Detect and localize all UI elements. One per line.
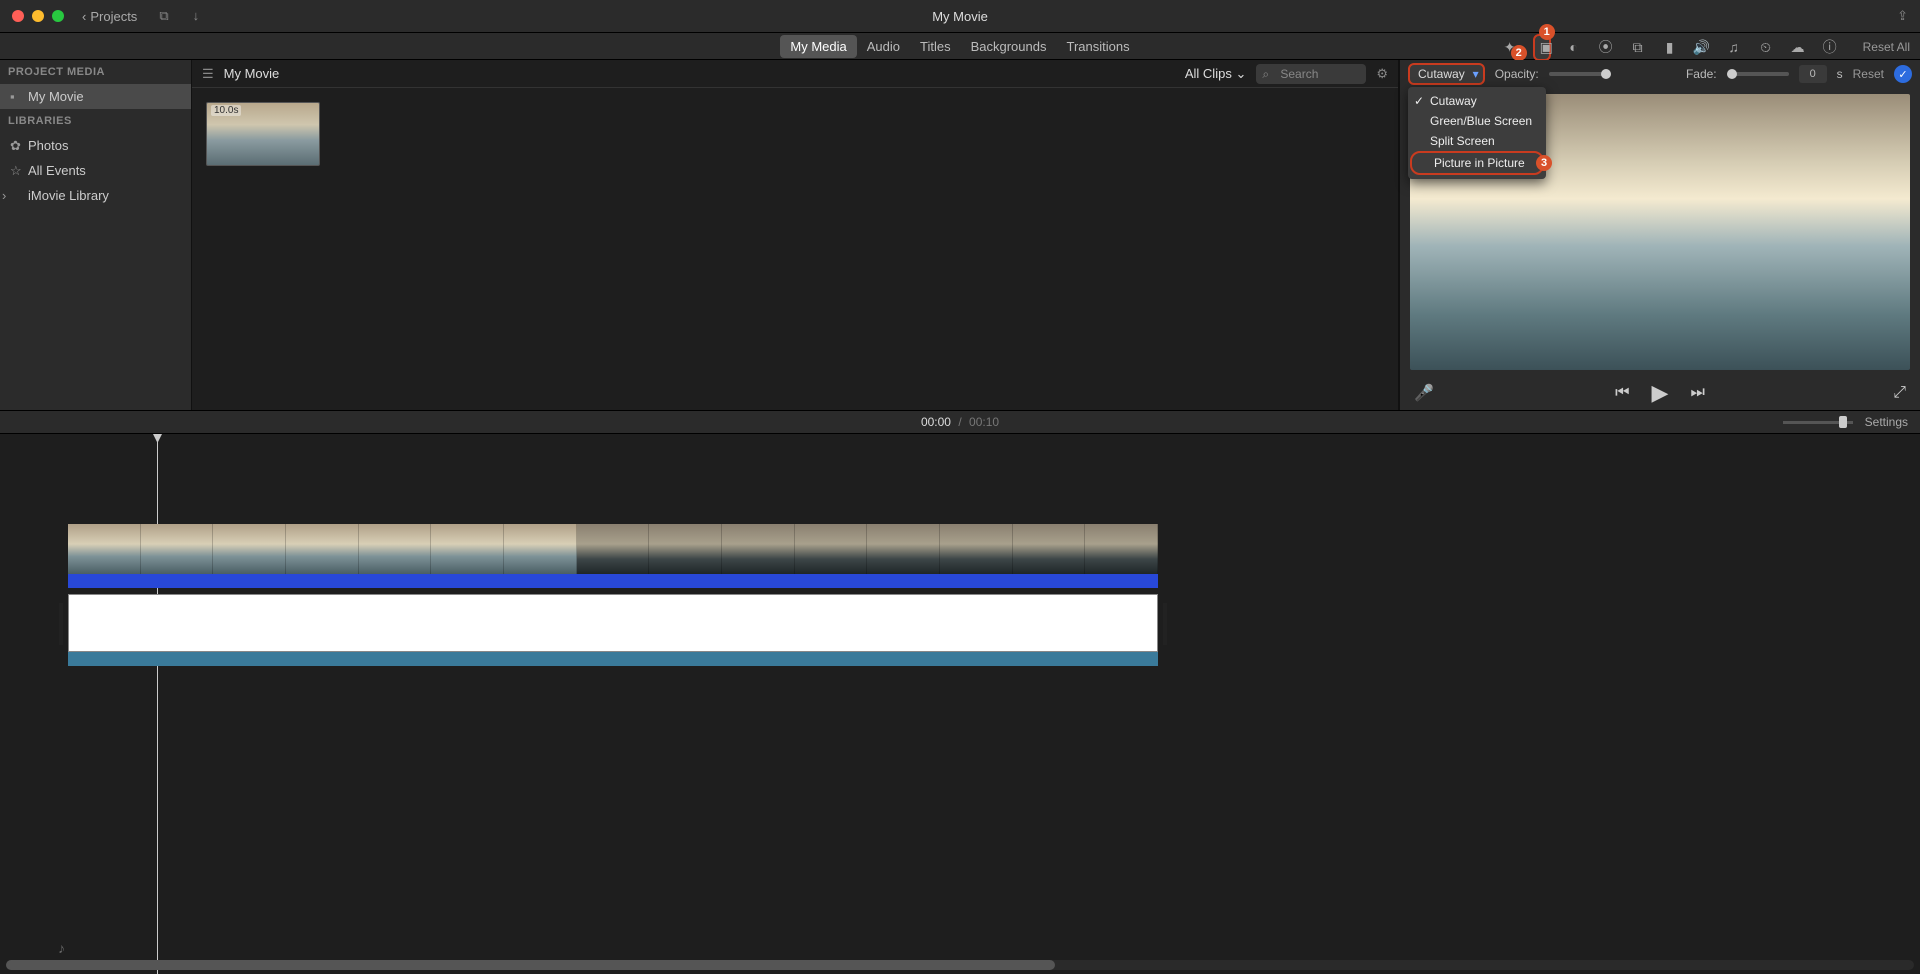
- step-badge-3: 3: [1536, 155, 1552, 171]
- voiceover-mic-icon[interactable]: 🎤: [1414, 383, 1434, 403]
- sidebar-section-libraries: LIBRARIES: [0, 109, 191, 133]
- video-track-2[interactable]: [68, 594, 1158, 652]
- sidebar-item-my-movie[interactable]: ▪My Movie: [0, 84, 191, 109]
- projects-label: Projects: [90, 9, 137, 24]
- volume-icon[interactable]: 🔊: [1693, 39, 1711, 56]
- stabilization-icon[interactable]: ▮: [1661, 39, 1679, 56]
- timeline-header: 00:00 / 00:10 Settings: [0, 410, 1920, 434]
- tab-my-media[interactable]: My Media: [780, 35, 856, 58]
- info-icon[interactable]: ⓘ: [1821, 37, 1839, 57]
- video-track-1[interactable]: [68, 524, 1158, 574]
- timeline-timecode: 00:00 / 00:10: [921, 415, 999, 429]
- overlay-type-dropdown[interactable]: Cutaway: [1408, 63, 1485, 85]
- playhead[interactable]: [157, 434, 158, 974]
- crop-icon[interactable]: ⧉: [1629, 39, 1647, 56]
- gear-icon[interactable]: ⚙: [1376, 66, 1388, 82]
- current-time: 00:00: [921, 415, 951, 429]
- overlay-controls-bar: Cutaway Cutaway Green/Blue Screen Split …: [1400, 60, 1920, 88]
- total-time: 00:10: [969, 415, 999, 429]
- tab-audio[interactable]: Audio: [857, 35, 910, 58]
- noise-reduction-icon[interactable]: ♫: [1725, 39, 1743, 55]
- viewer-panel: Cutaway Cutaway Green/Blue Screen Split …: [1400, 60, 1920, 410]
- media-browser: ☰ My Movie All Clips ⌄ Search ⚙ 10.0s: [192, 60, 1398, 410]
- window-title: My Movie: [932, 9, 988, 24]
- minimize-window-icon[interactable]: [32, 10, 44, 22]
- fullscreen-icon[interactable]: ⤢: [1893, 384, 1906, 402]
- close-window-icon[interactable]: [12, 10, 24, 22]
- timeline-settings-button[interactable]: Settings: [1865, 415, 1908, 429]
- clip-duration-label: 10.0s: [211, 105, 241, 116]
- browser-breadcrumb: My Movie: [224, 66, 280, 81]
- speed-icon[interactable]: ⏲: [1757, 39, 1775, 56]
- video-overlay-settings-icon[interactable]: ▣1: [1533, 34, 1551, 61]
- clip-filter-icon[interactable]: ☁: [1789, 39, 1807, 56]
- opacity-slider[interactable]: [1549, 72, 1611, 76]
- opacity-label: Opacity:: [1495, 67, 1539, 81]
- sidebar-section-project-media: PROJECT MEDIA: [0, 60, 191, 84]
- color-balance-icon[interactable]: ◐: [1565, 39, 1583, 55]
- import-media-icon[interactable]: ⧉: [159, 8, 168, 24]
- sidebar-toggle-icon[interactable]: ☰: [202, 66, 214, 82]
- magic-wand-icon[interactable]: ✦2: [1501, 39, 1519, 56]
- timeline-zoom-slider[interactable]: [1783, 421, 1853, 424]
- menu-item-cutaway[interactable]: Cutaway: [1408, 91, 1546, 111]
- main-tabs-bar: My Media Audio Titles Backgrounds Transi…: [0, 32, 1920, 60]
- next-frame-icon[interactable]: ⏭: [1690, 384, 1704, 402]
- events-icon: ☆: [10, 163, 22, 179]
- fade-label: Fade:: [1686, 67, 1717, 81]
- music-track-icon: ♪: [58, 940, 65, 956]
- share-icon[interactable]: ⇪: [1897, 8, 1908, 24]
- sidebar: PROJECT MEDIA ▪My Movie LIBRARIES ✿Photo…: [0, 60, 192, 410]
- tab-titles[interactable]: Titles: [910, 35, 961, 58]
- sidebar-item-all-events[interactable]: ☆All Events: [0, 158, 191, 183]
- color-correction-icon[interactable]: ⦿: [1597, 37, 1615, 57]
- reset-button[interactable]: Reset: [1853, 67, 1884, 81]
- media-clip-thumbnail[interactable]: 10.0s: [206, 102, 320, 166]
- sidebar-item-photos[interactable]: ✿Photos: [0, 133, 191, 158]
- reset-all-button[interactable]: Reset All: [1863, 40, 1910, 54]
- chevron-right-icon: ›: [2, 188, 6, 203]
- fade-value-field[interactable]: 0: [1799, 65, 1827, 83]
- window-titlebar: ‹ Projects ⧉ ↓ My Movie ⇪: [0, 0, 1920, 32]
- audio-track-2[interactable]: [68, 652, 1158, 666]
- play-icon[interactable]: ▶: [1652, 380, 1669, 406]
- adjustment-toolbar: ✦2 ▣1 ◐ ⦿ ⧉ ▮ 🔊 ♫ ⏲ ☁ ⓘ Reset All: [1501, 33, 1920, 61]
- previous-frame-icon[interactable]: ⏮: [1615, 384, 1629, 402]
- step-badge-2: 2: [1511, 45, 1527, 61]
- project-icon: ▪: [10, 89, 15, 104]
- audio-track-1[interactable]: [68, 574, 1158, 588]
- overlay-dropdown-menu: Cutaway Green/Blue Screen Split Screen P…: [1408, 87, 1546, 179]
- fade-slider[interactable]: [1727, 72, 1789, 76]
- fullscreen-window-icon[interactable]: [52, 10, 64, 22]
- window-controls: [12, 10, 64, 22]
- photos-icon: ✿: [10, 138, 21, 154]
- back-to-projects-button[interactable]: ‹ Projects: [82, 9, 137, 24]
- playback-controls: 🎤 ⏮ ▶ ⏭ ⤢: [1400, 376, 1920, 410]
- download-icon[interactable]: ↓: [193, 8, 200, 24]
- tab-backgrounds[interactable]: Backgrounds: [961, 35, 1057, 58]
- timeline[interactable]: ♪: [0, 434, 1920, 974]
- tab-transitions[interactable]: Transitions: [1056, 35, 1139, 58]
- step-badge-1: 1: [1539, 24, 1555, 40]
- apply-button[interactable]: ✓: [1894, 65, 1912, 83]
- menu-item-green-blue-screen[interactable]: Green/Blue Screen: [1408, 111, 1546, 131]
- sidebar-item-imovie-library[interactable]: ›iMovie Library: [0, 183, 191, 208]
- chevron-left-icon: ‹: [82, 9, 86, 24]
- menu-item-split-screen[interactable]: Split Screen: [1408, 131, 1546, 151]
- fade-unit-label: s: [1837, 67, 1843, 81]
- search-input[interactable]: Search: [1256, 64, 1366, 84]
- menu-item-picture-in-picture[interactable]: Picture in Picture3: [1410, 151, 1544, 175]
- clips-filter-dropdown[interactable]: All Clips ⌄: [1185, 66, 1246, 82]
